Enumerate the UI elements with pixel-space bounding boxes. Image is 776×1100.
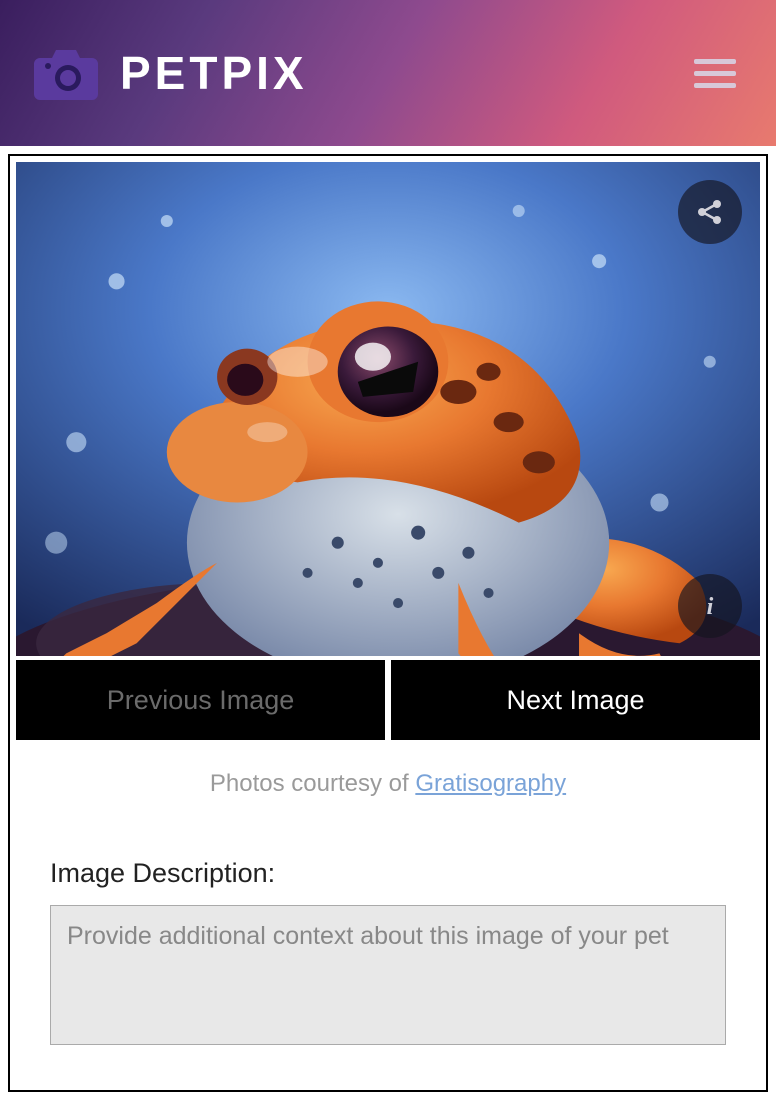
share-icon: [695, 197, 725, 227]
app-header: PETPIX: [0, 0, 776, 146]
description-section: Image Description:: [16, 858, 760, 1050]
brand-title: PETPIX: [120, 46, 308, 100]
svg-text:i: i: [707, 594, 714, 620]
info-icon: i: [695, 591, 725, 621]
info-button[interactable]: i: [678, 574, 742, 638]
description-textarea[interactable]: [50, 905, 726, 1045]
credit-link[interactable]: Gratisography: [415, 770, 566, 797]
main-content: i Previous Image Next Image Photos court…: [0, 146, 776, 1100]
next-image-button[interactable]: Next Image: [391, 660, 760, 740]
image-nav: Previous Image Next Image: [16, 660, 760, 740]
share-button[interactable]: [678, 180, 742, 244]
image-card: i Previous Image Next Image Photos court…: [8, 154, 768, 1092]
photo-credit: Photos courtesy of Gratisography: [16, 770, 760, 798]
previous-image-button[interactable]: Previous Image: [16, 660, 385, 740]
description-label: Image Description:: [50, 858, 726, 889]
hamburger-icon: [694, 57, 736, 89]
menu-button[interactable]: [684, 47, 746, 99]
camera-icon: [30, 44, 102, 102]
credit-prefix: Photos courtesy of: [210, 770, 415, 797]
brand-logo: PETPIX: [30, 44, 308, 102]
pet-image: i: [16, 162, 760, 656]
